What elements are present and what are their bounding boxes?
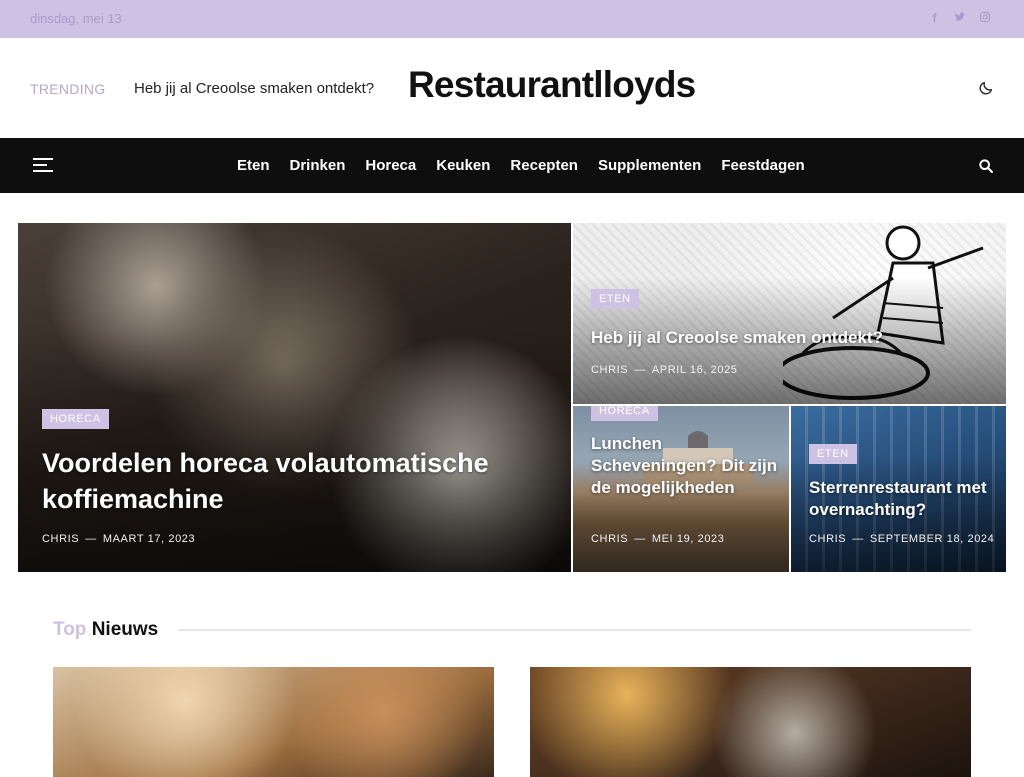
news-card-image[interactable] — [530, 667, 971, 777]
post-meta: CHRIS — APRIL 16, 2025 — [591, 364, 738, 376]
post-author[interactable]: CHRIS — [591, 533, 628, 545]
facebook-icon[interactable]: f — [929, 11, 940, 25]
post-meta: CHRIS — MAART 17, 2023 — [42, 533, 195, 545]
top-bar: dinsdag, mei 13 f — [0, 0, 1024, 38]
post-meta: CHRIS — SEPTEMBER 18, 2024 — [809, 533, 994, 545]
section-divider — [178, 629, 971, 631]
site-header: TRENDING Heb jij al Creoolse smaken ontd… — [0, 38, 1024, 138]
post-title[interactable]: Voordelen horeca volautomatische koffiem… — [42, 445, 502, 517]
meta-separator: — — [634, 533, 646, 545]
meta-separator: — — [634, 364, 646, 376]
post-date: MEI 19, 2023 — [651, 533, 725, 545]
post-author[interactable]: CHRIS — [42, 533, 79, 545]
site-logo[interactable]: Restaurantlloyds — [408, 64, 696, 106]
post-author[interactable]: CHRIS — [809, 533, 846, 545]
category-badge[interactable]: HORECA — [591, 406, 658, 421]
instagram-icon[interactable] — [979, 11, 991, 25]
section-heading: Top Nieuws — [53, 619, 158, 641]
nav-item-feestdagen[interactable]: Feestdagen — [721, 157, 804, 174]
nav-item-supplementen[interactable]: Supplementen — [598, 157, 701, 174]
section-heading-prefix: Top — [53, 619, 87, 640]
search-icon[interactable] — [978, 158, 994, 174]
nav-item-eten[interactable]: Eten — [237, 157, 270, 174]
featured-post-main[interactable]: HORECA Voordelen horeca volautomatische … — [18, 223, 571, 572]
post-date: APRIL 16, 2025 — [651, 364, 738, 376]
featured-post-b[interactable]: HORECA Lunchen Scheveningen? Dit zijn de… — [573, 406, 789, 572]
social-links: f — [929, 11, 991, 25]
nav-item-keuken[interactable]: Keuken — [436, 157, 490, 174]
category-badge[interactable]: ETEN — [809, 444, 857, 464]
nav-item-recepten[interactable]: Recepten — [510, 157, 578, 174]
post-meta: CHRIS — MEI 19, 2023 — [591, 533, 724, 545]
post-date: MAART 17, 2023 — [102, 533, 196, 545]
meta-separator: — — [852, 533, 864, 545]
dark-mode-toggle-icon[interactable] — [978, 80, 994, 96]
section-heading-title: Nieuws — [91, 619, 159, 640]
featured-post-c[interactable]: ETEN Sterrenrestaurant met overnachting?… — [791, 406, 1006, 572]
post-title[interactable]: Heb jij al Creoolse smaken ontdekt? — [591, 327, 991, 349]
post-title[interactable]: Sterrenrestaurant met overnachting? — [809, 477, 999, 521]
nav-item-drinken[interactable]: Drinken — [290, 157, 346, 174]
nav-menu: Eten Drinken Horeca Keuken Recepten Supp… — [237, 157, 825, 174]
menu-icon[interactable] — [33, 158, 53, 174]
trending-label: TRENDING — [30, 81, 106, 97]
category-badge[interactable]: ETEN — [591, 289, 639, 309]
main-navigation: Eten Drinken Horeca Keuken Recepten Supp… — [0, 138, 1024, 193]
featured-post-a[interactable]: ETEN Heb jij al Creoolse smaken ontdekt?… — [573, 223, 1006, 404]
post-title[interactable]: Lunchen Scheveningen? Dit zijn de mogeli… — [591, 433, 781, 499]
nav-item-horeca[interactable]: Horeca — [365, 157, 416, 174]
current-date: dinsdag, mei 13 — [30, 11, 122, 26]
post-date: SEPTEMBER 18, 2024 — [869, 533, 995, 545]
post-author[interactable]: CHRIS — [591, 364, 628, 376]
meta-separator: — — [85, 533, 97, 545]
news-card-image[interactable] — [53, 667, 494, 777]
trending-link[interactable]: Heb jij al Creoolse smaken ontdekt? — [134, 80, 374, 97]
category-badge[interactable]: HORECA — [42, 409, 109, 429]
twitter-icon[interactable] — [954, 11, 965, 25]
